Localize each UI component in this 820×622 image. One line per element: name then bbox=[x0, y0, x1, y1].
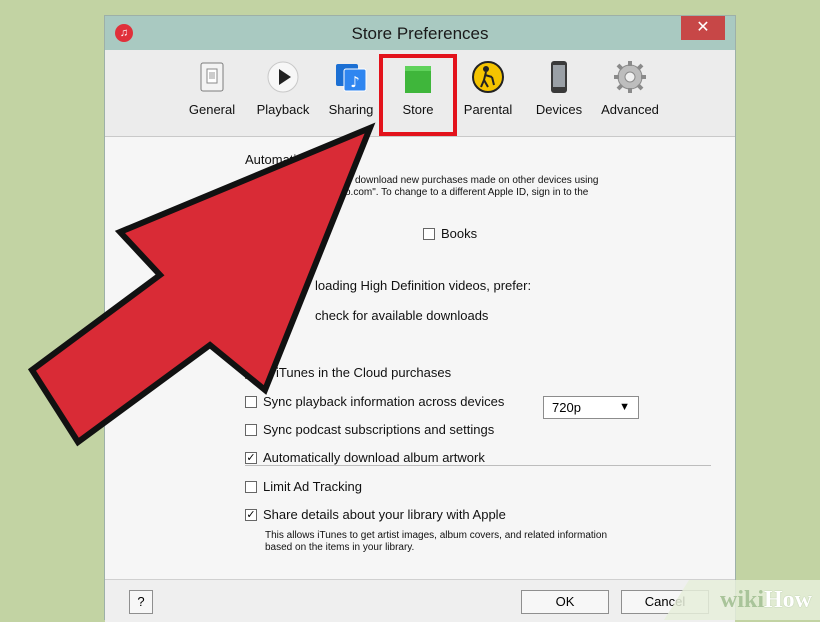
watermark-wiki: wiki bbox=[719, 587, 764, 613]
watermark-how: How bbox=[764, 587, 812, 613]
red-arrow-annotation bbox=[27, 122, 376, 447]
wikihow-watermark: wikiHow bbox=[664, 580, 820, 620]
